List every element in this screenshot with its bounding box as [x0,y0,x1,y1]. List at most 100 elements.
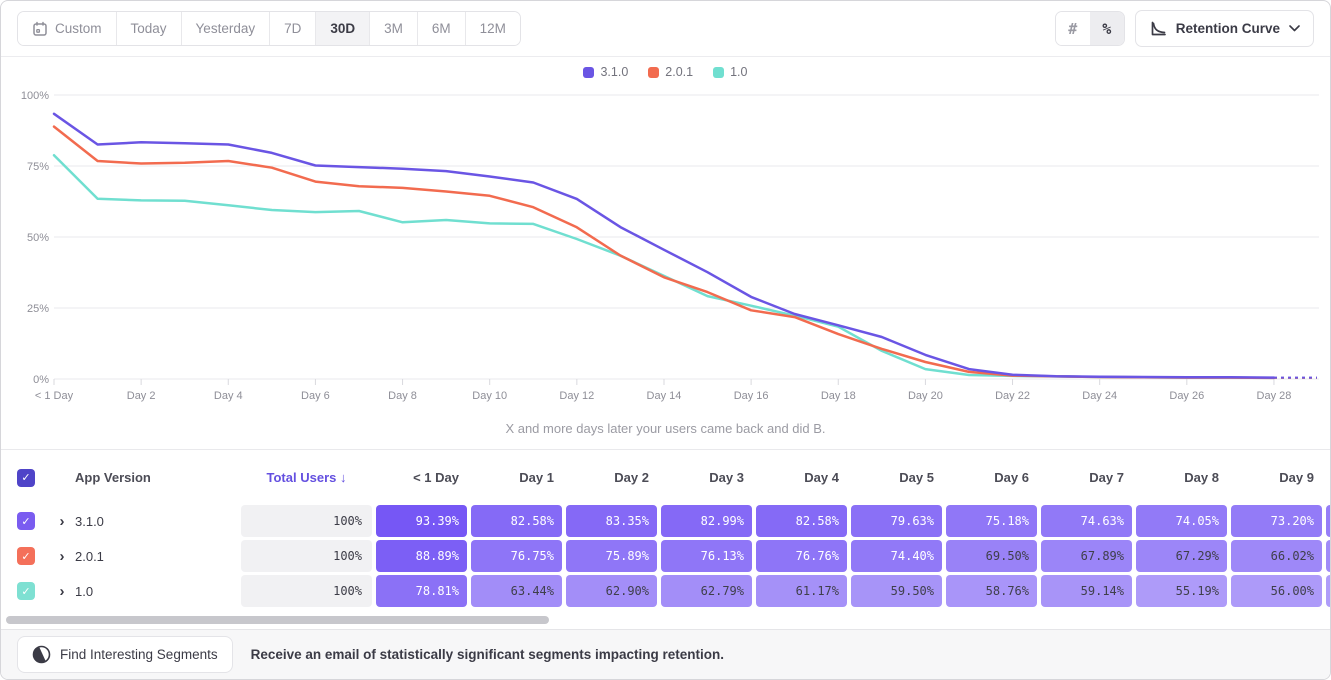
retention-cell-value: 73.20% [1231,505,1322,537]
total-users-value: 100% [241,575,372,607]
percentages-toggle-button[interactable]: % [1090,12,1124,45]
retention-cell-value: 75.18% [946,505,1037,537]
retention-cell-day-6[interactable]: 58.76% [946,575,1037,607]
find-interesting-segments-button[interactable]: Find Interesting Segments [17,636,233,673]
retention-cell-day-9[interactable]: 66.02% [1231,540,1322,572]
range-button-3m[interactable]: 3M [369,12,417,45]
retention-cell-day-4[interactable]: 76.76% [756,540,847,572]
retention-cell-day-9[interactable]: 56.00% [1231,575,1322,607]
retention-cell-value: 74.05% [1136,505,1227,537]
row-checkbox-3.1.0[interactable]: ✓ [17,512,35,530]
retention-cell-day-5[interactable]: 59.50% [851,575,942,607]
retention-cell-value: 58.76% [946,575,1037,607]
select-all-checkbox[interactable]: ✓ [17,469,35,487]
legend-label: 1.0 [730,65,747,79]
retention-cell-day-5[interactable]: 79.63% [851,505,942,537]
row-expand-chevron[interactable]: › [55,584,69,599]
retention-cell-day-6[interactable]: 75.18% [946,505,1037,537]
x-axis-label: Day 8 [388,390,417,402]
series-line-3.1.0[interactable] [54,114,1274,378]
retention-cell-day-2[interactable]: 83.35% [566,505,657,537]
footer-note: Receive an email of statistically signif… [251,647,724,662]
column-header-total-users[interactable]: Total Users ↓ [241,469,372,487]
retention-cell-value: 66.02% [1231,540,1322,572]
retention-cell-day-8[interactable]: 74.05% [1136,505,1227,537]
retention-cell-day-7[interactable]: 74.63% [1041,505,1132,537]
absolute-numbers-toggle-button[interactable]: # [1056,12,1090,45]
range-button-today[interactable]: Today [116,12,181,45]
column-header-day-1: Day 1 [471,470,562,485]
scrollbar-thumb[interactable] [6,616,549,624]
x-axis-label: Day 20 [908,390,943,402]
retention-cell-day-2[interactable]: 62.90% [566,575,657,607]
range-button-custom[interactable]: Custom [18,12,116,45]
chart-legend: 3.1.0 2.0.1 1.0 [1,63,1330,81]
retention-cell-day-7[interactable]: 59.14% [1041,575,1132,607]
range-button-7d[interactable]: 7D [269,12,315,45]
column-header-day-8: Day 8 [1136,470,1227,485]
footer-bar: Find Interesting Segments Receive an ema… [1,629,1330,679]
table-row-1.0: ✓›1.0100%78.81%63.44%62.90%62.79%61.17%5… [1,575,1330,607]
row-version-label: 1.0 [75,584,195,599]
retention-cell-day-1[interactable]: 82.58% [471,505,562,537]
x-axis-label: Day 10 [472,390,507,402]
row-expand-chevron[interactable]: › [55,549,69,564]
row-checkbox-1.0[interactable]: ✓ [17,582,35,600]
retention-cell-value: 62.79% [661,575,752,607]
y-axis-label: 0% [33,374,49,386]
retention-cell-day-0[interactable]: 93.39% [376,505,467,537]
retention-cell-day-5[interactable]: 74.40% [851,540,942,572]
retention-cell-value: 75.89% [566,540,657,572]
column-header-day-9: Day 9 [1231,470,1322,485]
series-line-1.0[interactable] [54,155,1274,378]
retention-cell-value: 67.89% [1041,540,1132,572]
retention-cell-day-0[interactable]: 88.89% [376,540,467,572]
retention-cell-value: 78.81% [376,575,467,607]
retention-cell-day-4[interactable]: 61.17% [756,575,847,607]
retention-cell-day-3[interactable]: 76.13% [661,540,752,572]
horizontal-scrollbar [1,610,1330,629]
legend-swatch-icon [713,67,724,78]
row-expand-chevron[interactable]: › [55,514,69,529]
range-button-12m[interactable]: 12M [465,12,520,45]
legend-label: 2.0.1 [665,65,693,79]
column-header-day-7: Day 7 [1041,470,1132,485]
retention-cell-day-1[interactable]: 63.44% [471,575,562,607]
chart-section: 3.1.0 2.0.1 1.0 0%25%50%75%100%< 1 DayDay … [1,57,1330,436]
retention-cell-value: 79.63% [851,505,942,537]
total-users-cell: 100% [241,540,372,572]
retention-line-chart[interactable]: 0%25%50%75%100%< 1 DayDay 2Day 4Day 6Day… [1,81,1331,407]
legend-item-2.0.1[interactable]: 2.0.1 [648,65,693,79]
chart-type-dropdown[interactable]: Retention Curve [1135,10,1314,47]
range-button-6m[interactable]: 6M [417,12,465,45]
legend-label: 3.1.0 [600,65,628,79]
retention-cell-day-6[interactable]: 69.50% [946,540,1037,572]
retention-cell-value: 82.58% [756,505,847,537]
retention-cell-day-8[interactable]: 67.29% [1136,540,1227,572]
retention-cell-day-2[interactable]: 75.89% [566,540,657,572]
retention-cell-day-8[interactable]: 55.19% [1136,575,1227,607]
x-axis-label: Day 26 [1169,390,1204,402]
retention-cell-day-3[interactable]: 82.99% [661,505,752,537]
x-axis-label: Day 28 [1257,390,1292,402]
retention-cell-day-9[interactable]: 73.20% [1231,505,1322,537]
x-axis-label: Day 14 [647,390,682,402]
retention-cell-value: 74.40% [851,540,942,572]
retention-cell-overflow-stub [1326,505,1331,537]
retention-cell-day-3[interactable]: 62.79% [661,575,752,607]
chart-caption: X and more days later your users came ba… [1,421,1330,436]
x-axis-label: Day 24 [1082,390,1117,402]
series-line-2.0.1[interactable] [54,127,1274,378]
retention-cell-day-1[interactable]: 76.75% [471,540,562,572]
retention-cell-day-4[interactable]: 82.58% [756,505,847,537]
row-checkbox-2.0.1[interactable]: ✓ [17,547,35,565]
legend-item-1.0[interactable]: 1.0 [713,65,747,79]
range-button-30d[interactable]: 30D [315,12,369,45]
range-button-yesterday[interactable]: Yesterday [181,12,270,45]
retention-cell-value: 88.89% [376,540,467,572]
retention-cell-day-0[interactable]: 78.81% [376,575,467,607]
retention-cell-day-7[interactable]: 67.89% [1041,540,1132,572]
retention-cell-value: 59.14% [1041,575,1132,607]
toolbar: CustomTodayYesterday7D30D3M6M12M #% Rete… [1,1,1330,57]
legend-item-3.1.0[interactable]: 3.1.0 [583,65,628,79]
